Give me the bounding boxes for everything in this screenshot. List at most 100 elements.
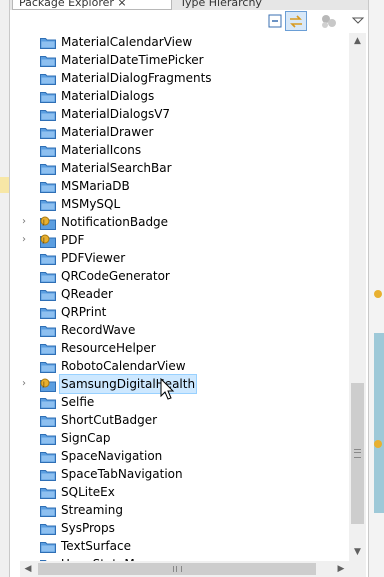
tree-row[interactable]: QRPrint [20, 303, 349, 321]
java-project-icon: J [40, 216, 56, 230]
java-project-icon: J [40, 234, 56, 248]
java-project-icon: J [40, 378, 56, 392]
tree-row[interactable]: › J NotificationBadge [20, 213, 349, 231]
tree-row-label: SysProps [61, 521, 115, 535]
folder-icon [40, 288, 56, 301]
view-toolbar [10, 10, 368, 32]
horizontal-scrollbar[interactable]: ◀ ▶ [20, 561, 349, 577]
tree-row[interactable]: QRCodeGenerator [20, 267, 349, 285]
tree-row-label: PDF [61, 233, 85, 247]
folder-icon [40, 180, 56, 193]
view-menu-icon [351, 17, 365, 24]
chevron-right-icon[interactable]: › [22, 231, 32, 249]
folder-icon [40, 414, 56, 427]
focus-icon [322, 15, 336, 28]
package-tree[interactable]: MaterialCalendarView MaterialDateTimePick… [20, 33, 349, 561]
tree-row[interactable]: Selfie [20, 393, 349, 411]
tree-row-label: MaterialSearchBar [61, 161, 172, 175]
tree-row[interactable]: MaterialDialogFragments [20, 69, 349, 87]
tree-row-label: MaterialDrawer [61, 125, 154, 139]
tree-row[interactable]: MaterialIcons [20, 141, 349, 159]
collapse-all-button[interactable] [264, 11, 286, 31]
horizontal-scroll-thumb[interactable] [38, 563, 316, 575]
tree-row-label: SQLiteEx [61, 485, 115, 499]
folder-icon [40, 504, 56, 517]
tab-package-explorer[interactable]: Package Explorer ⨯ [12, 0, 172, 10]
tree-row-label: QRPrint [61, 305, 107, 319]
tree-row[interactable]: RecordWave [20, 321, 349, 339]
folder-icon [40, 72, 56, 85]
tree-row[interactable]: MSMariaDB [20, 177, 349, 195]
tree-row-label: NotificationBadge [61, 215, 169, 229]
scrollbar-corner [349, 561, 366, 577]
folder-icon [40, 252, 56, 265]
tree-row[interactable]: MaterialCalendarView [20, 33, 349, 51]
folder-icon [40, 450, 56, 463]
tree-row[interactable]: SysProps [20, 519, 349, 537]
vertical-scrollbar[interactable]: ▲ ▼ [349, 33, 366, 561]
tree-row[interactable]: MaterialDrawer [20, 123, 349, 141]
marker-icon [374, 440, 382, 448]
collapse-all-icon [268, 14, 282, 28]
scroll-right-arrow-icon[interactable]: ▶ [333, 561, 349, 577]
tree-row[interactable]: ResourceHelper [20, 339, 349, 357]
tree-row[interactable]: › J SamsungDigitalHealth [20, 374, 349, 394]
folder-icon [40, 468, 56, 481]
tree-row-label: MaterialCalendarView [61, 35, 193, 49]
scroll-left-arrow-icon[interactable]: ◀ [20, 561, 36, 577]
tree-row-label: Streaming [61, 503, 123, 517]
folder-icon [40, 486, 56, 499]
scroll-up-arrow-icon[interactable]: ▲ [349, 33, 366, 50]
view-menu-button[interactable] [348, 11, 370, 31]
tree-row[interactable]: › J PDF [20, 231, 349, 249]
tree-row-label: SpaceTabNavigation [61, 467, 183, 481]
chevron-right-icon[interactable]: › [22, 375, 32, 393]
folder-icon [40, 396, 56, 409]
tree-row[interactable]: Streaming [20, 501, 349, 519]
tree-row[interactable]: SpaceNavigation [20, 447, 349, 465]
folder-icon [40, 54, 56, 67]
tree-row-label: SignCap [61, 431, 111, 445]
grip-icon [173, 566, 182, 572]
tree-row[interactable]: QReader [20, 285, 349, 303]
tree-row[interactable]: TextSurface [20, 537, 349, 555]
svg-text:J: J [42, 237, 45, 244]
left-view-selection [0, 177, 9, 193]
folder-icon [40, 270, 56, 283]
tree-row-label: PDFViewer [61, 251, 126, 265]
chevron-right-icon[interactable]: › [22, 213, 32, 231]
folder-icon [40, 342, 56, 355]
tree-row[interactable]: PDFViewer [20, 249, 349, 267]
tree-row-label: RecordWave [61, 323, 136, 337]
marker-icon [374, 290, 382, 298]
tree-row-label: QRCodeGenerator [61, 269, 170, 283]
tree-row[interactable]: ShortCutBadger [20, 411, 349, 429]
folder-icon [40, 108, 56, 121]
svg-text:J: J [42, 381, 45, 388]
tree-row[interactable]: MaterialSearchBar [20, 159, 349, 177]
tree-row-label: MaterialDialogFragments [61, 71, 212, 85]
tree-row-label: Selfie [61, 395, 95, 409]
scroll-down-arrow-icon[interactable]: ▼ [349, 544, 366, 561]
folder-icon [40, 540, 56, 553]
tree-row[interactable]: MaterialDateTimePicker [20, 51, 349, 69]
tree-row[interactable]: MaterialDialogsV7 [20, 105, 349, 123]
tree-row[interactable]: RobotoCalendarView [20, 357, 349, 375]
tree-row[interactable]: SpaceTabNavigation [20, 465, 349, 483]
folder-icon [40, 126, 56, 139]
tab-type-hierarchy[interactable]: Type Hierarchy [176, 0, 300, 9]
vertical-scroll-thumb[interactable] [351, 383, 364, 524]
tree-row-label: MaterialDialogsV7 [61, 107, 171, 121]
grip-icon [354, 449, 361, 458]
focus-on-active-task-button[interactable] [318, 11, 340, 31]
tree-row-label: QReader [61, 287, 113, 301]
tree-row[interactable]: MSMySQL [20, 195, 349, 213]
link-with-editor-icon [290, 15, 302, 28]
tree-row[interactable]: SQLiteEx [20, 483, 349, 501]
tree-row-label: ShortCutBadger [61, 413, 158, 427]
tree-row[interactable]: SignCap [20, 429, 349, 447]
link-with-editor-button[interactable] [285, 11, 307, 31]
tree-row[interactable]: MaterialDialogs [20, 87, 349, 105]
tree-row-label: MSMySQL [61, 197, 121, 211]
tree-row-label: MaterialDateTimePicker [61, 53, 204, 67]
